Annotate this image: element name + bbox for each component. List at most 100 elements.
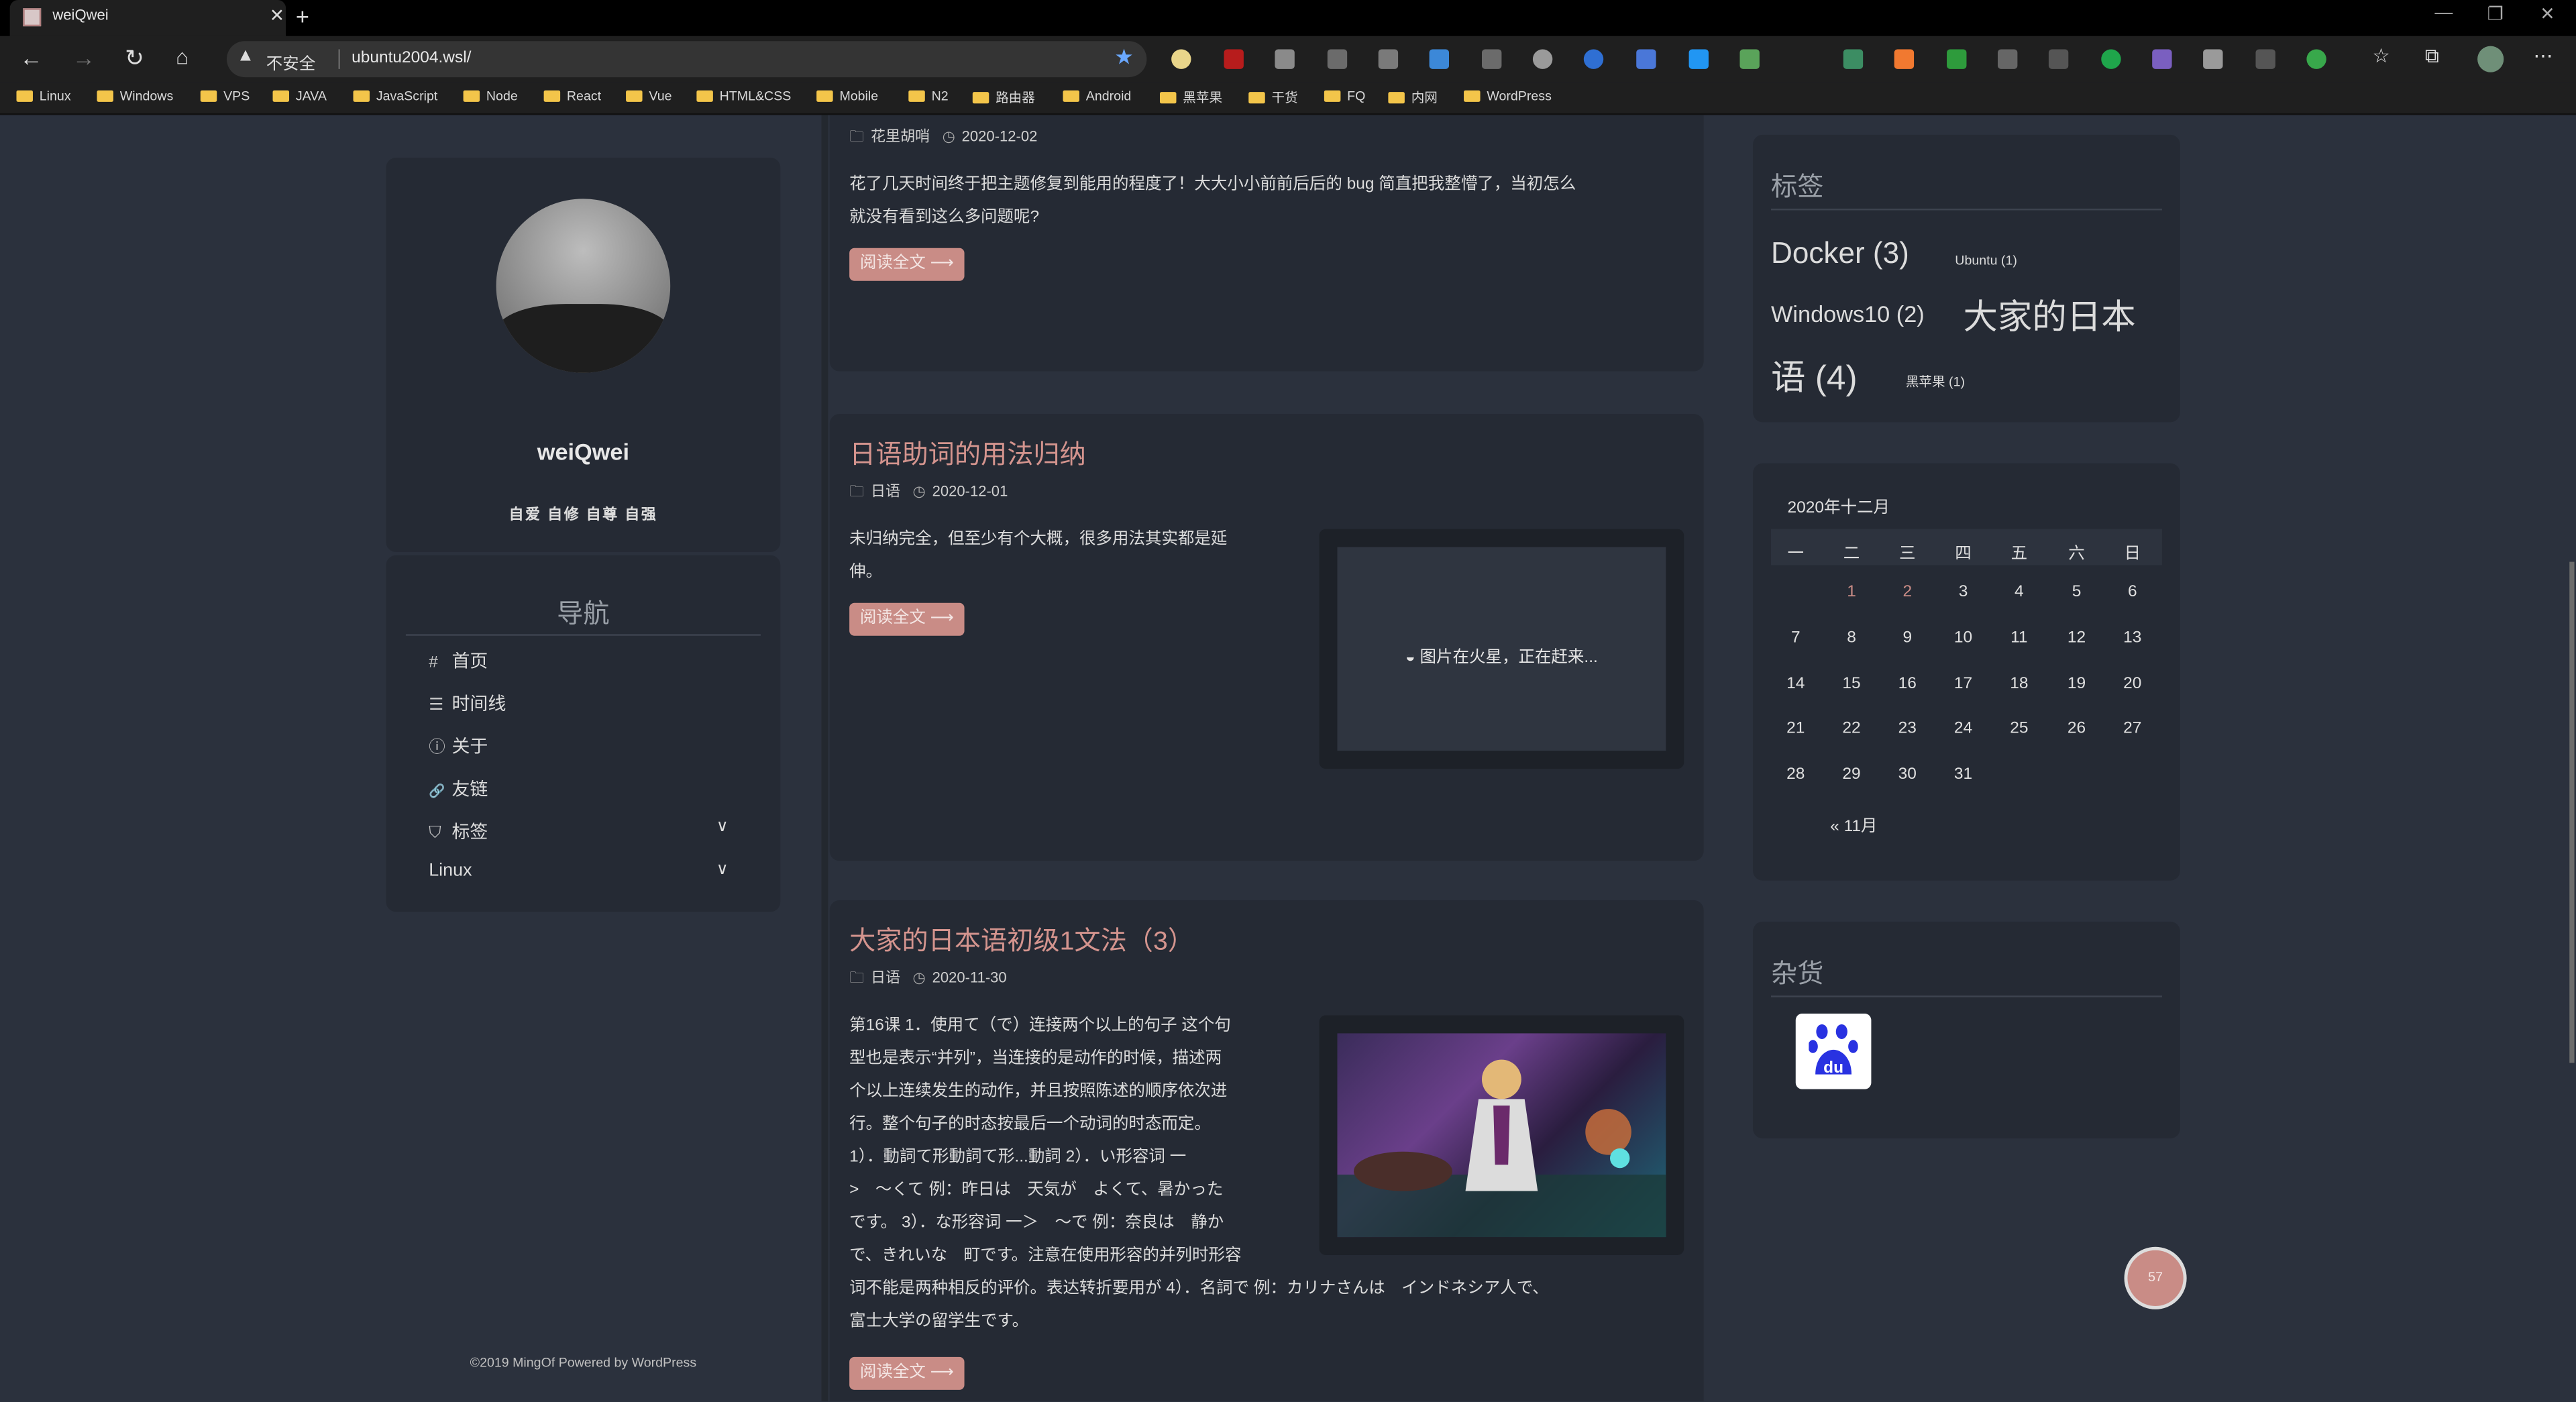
- bookmark-folder[interactable]: 黑苹果: [1159, 89, 1222, 107]
- bookmark-folder[interactable]: Vue: [626, 89, 672, 103]
- clock-icon: ◷: [912, 969, 926, 986]
- post-thumbnail[interactable]: ◒ 图片在火星，正在赶来...: [1319, 529, 1684, 769]
- warning-icon: ▲: [236, 46, 255, 66]
- extension-icon[interactable]: [2152, 49, 2172, 69]
- close-tab-icon[interactable]: ✕: [270, 5, 285, 26]
- ublock-icon[interactable]: [1224, 49, 1244, 69]
- bookmark-folder[interactable]: JavaScript: [353, 89, 437, 103]
- bookmark-folder[interactable]: Windows: [97, 89, 173, 103]
- extension-icon[interactable]: [1739, 49, 1760, 69]
- calendar-day[interactable]: 2: [1880, 583, 1935, 601]
- extension-icon[interactable]: [2306, 49, 2326, 69]
- baidu-logo-icon[interactable]: du: [1795, 1014, 1872, 1089]
- extension-icon[interactable]: [1688, 49, 1709, 69]
- post-category[interactable]: 花里胡哨: [871, 128, 930, 144]
- new-tab-button[interactable]: +: [296, 3, 309, 30]
- post-category[interactable]: 日语: [871, 969, 900, 985]
- nav-item-linux[interactable]: Linux: [429, 861, 472, 880]
- favorites-icon[interactable]: ☆: [2372, 44, 2390, 67]
- extension-icon[interactable]: [1275, 49, 1295, 69]
- tag-link[interactable]: Windows10 (2): [1771, 301, 1925, 327]
- translate-icon[interactable]: [1636, 49, 1656, 69]
- bookmark-folder[interactable]: JAVA: [272, 89, 327, 103]
- tag-link[interactable]: Ubuntu (1): [1955, 253, 2017, 268]
- extension-icon[interactable]: [2203, 49, 2223, 69]
- minimize-button[interactable]: —: [2434, 3, 2453, 23]
- shield-icon[interactable]: [1327, 49, 1348, 69]
- extension-icon[interactable]: [1583, 49, 1604, 69]
- shield-icon[interactable]: [1481, 49, 1502, 69]
- bookmark-folder[interactable]: Linux: [16, 89, 71, 103]
- folder-icon: [463, 90, 480, 102]
- not-secure-label[interactable]: 不安全: [266, 49, 315, 74]
- avatar[interactable]: [496, 199, 671, 373]
- folder-icon: [816, 90, 833, 102]
- tag-link[interactable]: 语 (4): [1771, 352, 1858, 400]
- bookmark-folder[interactable]: React: [543, 89, 601, 103]
- bookmark-folder[interactable]: WordPress: [1464, 89, 1552, 103]
- bookmark-folder[interactable]: 路由器: [972, 89, 1035, 107]
- post-category[interactable]: 日语: [871, 483, 900, 499]
- more-menu-icon[interactable]: ⋯: [2533, 44, 2553, 67]
- back-to-top-button[interactable]: 57: [2124, 1246, 2187, 1309]
- browser-tab[interactable]: weiQwei ✕: [9, 0, 286, 36]
- url-text[interactable]: ubuntu2004.wsl/: [352, 49, 471, 67]
- calendar-day[interactable]: 1: [1823, 583, 1879, 601]
- forward-arrow-icon[interactable]: →: [72, 44, 95, 70]
- extension-icon[interactable]: [2101, 49, 2121, 69]
- extension-icon[interactable]: [1947, 49, 1967, 69]
- nav-item-links[interactable]: 🔗 友链: [429, 775, 488, 802]
- extension-icon[interactable]: [1429, 49, 1450, 69]
- tag-link[interactable]: Docker (3): [1771, 237, 1909, 271]
- nav-item-about[interactable]: ⓘ 关于: [429, 733, 488, 759]
- bookmark-folder[interactable]: 干货: [1248, 89, 1298, 107]
- read-more-button[interactable]: 阅读全文 ⟶: [849, 602, 965, 636]
- site-name[interactable]: weiQwei: [386, 439, 781, 465]
- post-title[interactable]: 大家的日本语初级1文法（3）: [849, 918, 1194, 958]
- tag-link[interactable]: 大家的日本: [1964, 290, 2136, 339]
- bookmark-folder[interactable]: FQ: [1324, 89, 1365, 103]
- post-excerpt: 未归纳完全，但至少有个大概，很多用法其实都是延 伸。: [849, 531, 1228, 582]
- extension-icon[interactable]: [1894, 49, 1915, 69]
- post-thumbnail[interactable]: [1319, 1015, 1684, 1256]
- chevron-down-icon[interactable]: ∨: [716, 818, 729, 837]
- tags-widget: 标签 Docker (3) Ubuntu (1) Windows10 (2) 大…: [1753, 134, 2180, 423]
- bookmark-folder[interactable]: Node: [463, 89, 518, 103]
- bookmark-folder[interactable]: Android: [1063, 89, 1131, 103]
- address-bar[interactable]: ▲ 不安全 ubuntu2004.wsl/ ★: [226, 41, 1147, 78]
- react-devtools-icon[interactable]: [1532, 49, 1553, 69]
- home-icon[interactable]: ⌂: [176, 44, 189, 69]
- post-title[interactable]: 日语助词的用法归纳: [849, 432, 1086, 472]
- baidu-paw-icon: du: [1809, 1024, 1858, 1077]
- extension-icon[interactable]: [1843, 49, 1864, 69]
- nav-item-home[interactable]: # 首页: [429, 647, 488, 673]
- bookmark-folder[interactable]: 内网: [1388, 89, 1438, 107]
- nav-item-timeline[interactable]: ☰ 时间线: [429, 690, 506, 716]
- extension-icon[interactable]: [2048, 49, 2069, 69]
- bookmark-folder[interactable]: Mobile: [816, 89, 878, 103]
- nav-item-tags[interactable]: ⛉ 标签: [429, 818, 488, 845]
- calendar-prev-month[interactable]: « 11月: [1830, 812, 1877, 837]
- extension-icon[interactable]: [2255, 49, 2275, 69]
- clock-icon: ◷: [942, 128, 955, 145]
- bookmark-folder[interactable]: VPS: [200, 89, 250, 103]
- tag-link[interactable]: 黑苹果 (1): [1906, 373, 1965, 391]
- calendar-weekday: 日: [2124, 545, 2141, 564]
- favorite-star-icon[interactable]: ★: [1114, 44, 1134, 70]
- close-window-button[interactable]: ✕: [2540, 3, 2555, 25]
- extension-icon[interactable]: [1171, 49, 1191, 69]
- back-arrow-icon[interactable]: ←: [19, 44, 42, 70]
- restore-button[interactable]: ❐: [2487, 3, 2504, 25]
- collections-icon[interactable]: ⧉: [2425, 44, 2439, 69]
- reload-icon[interactable]: ↻: [125, 44, 144, 72]
- bookmark-folder[interactable]: N2: [908, 89, 949, 103]
- extension-icon[interactable]: [1997, 49, 2018, 69]
- profile-avatar[interactable]: [2477, 46, 2504, 72]
- scrollbar-thumb[interactable]: [2569, 561, 2575, 1063]
- read-more-button[interactable]: 阅读全文 ⟶: [849, 1356, 965, 1390]
- pocket-icon[interactable]: [1378, 49, 1399, 69]
- chevron-down-icon[interactable]: ∨: [716, 861, 729, 879]
- folder-icon: [16, 90, 33, 102]
- bookmark-folder[interactable]: HTML&CSS: [696, 89, 791, 103]
- read-more-button[interactable]: 阅读全文 ⟶: [849, 248, 965, 281]
